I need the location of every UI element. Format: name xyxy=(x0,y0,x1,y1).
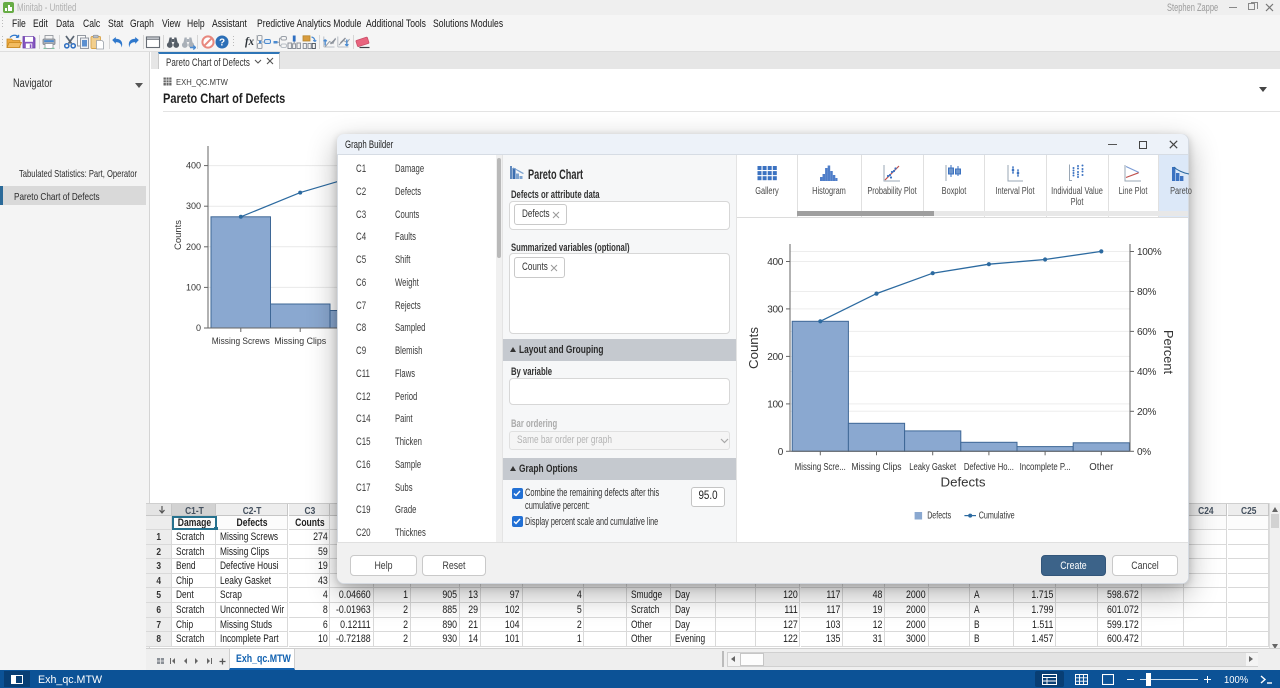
svg-text:?: ? xyxy=(219,38,225,49)
svg-text:Incomplete P...: Incomplete P... xyxy=(1020,462,1071,473)
svg-text:Counts: Counts xyxy=(173,220,184,250)
svg-text:40%: 40% xyxy=(1137,367,1157,378)
svg-text:Defects: Defects xyxy=(941,476,986,490)
svg-text:400: 400 xyxy=(767,257,784,268)
svg-text:Leaky Gasket: Leaky Gasket xyxy=(909,462,956,473)
svg-text:60%: 60% xyxy=(1137,327,1157,338)
svg-text:100: 100 xyxy=(186,282,201,292)
svg-text:400: 400 xyxy=(186,161,201,171)
svg-text:0: 0 xyxy=(778,447,784,458)
svg-text:Defects: Defects xyxy=(927,511,951,522)
svg-text:Missing Screws: Missing Screws xyxy=(212,336,270,346)
svg-text:100: 100 xyxy=(767,399,784,410)
svg-text:80%: 80% xyxy=(1137,287,1157,298)
svg-text:Defective Ho...: Defective Ho... xyxy=(964,462,1014,473)
svg-text:200: 200 xyxy=(186,242,201,252)
svg-text:Missing Clips: Missing Clips xyxy=(852,462,902,473)
svg-text:20%: 20% xyxy=(1137,407,1157,418)
svg-text:Counts: Counts xyxy=(746,327,761,369)
svg-text:300: 300 xyxy=(186,201,201,211)
svg-text:100%: 100% xyxy=(1137,247,1162,258)
svg-text:0: 0 xyxy=(196,323,201,333)
svg-text:Missing Scre...: Missing Scre... xyxy=(795,462,846,473)
svg-text:Other: Other xyxy=(1089,462,1114,473)
svg-text:Cumulative: Cumulative xyxy=(979,511,1015,522)
svg-text:Percent: Percent xyxy=(1161,330,1176,374)
svg-text:200: 200 xyxy=(767,352,784,363)
svg-text:300: 300 xyxy=(767,304,784,315)
svg-text:Missing Clips: Missing Clips xyxy=(274,336,326,346)
svg-text:0%: 0% xyxy=(1137,447,1151,458)
